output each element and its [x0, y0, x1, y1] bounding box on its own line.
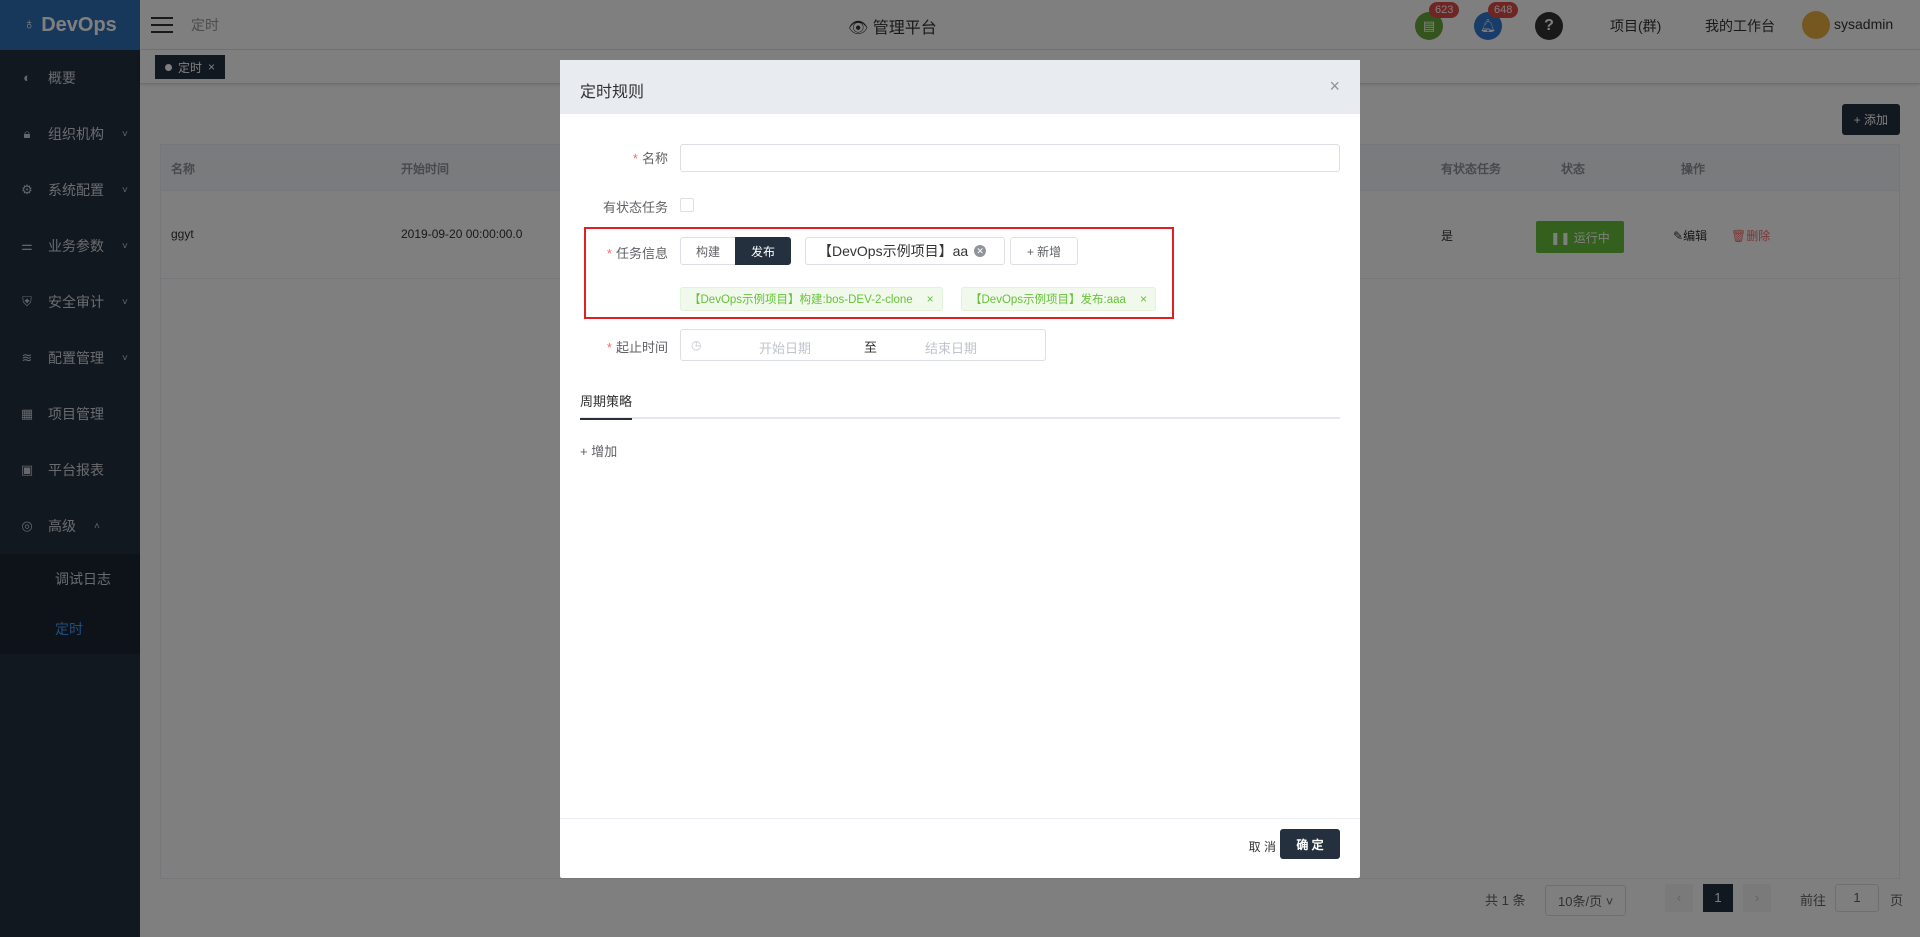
date-range-label: * 起止时间	[606, 340, 668, 355]
end-date-input[interactable]: 结束日期	[925, 338, 977, 357]
clock-icon: ◷	[691, 338, 702, 352]
segment-release[interactable]: 发布	[735, 237, 791, 265]
task-info-label: * 任务信息	[606, 246, 668, 261]
task-select[interactable]: 【DevOps示例项目】aa ✕	[805, 237, 1005, 265]
start-date-input[interactable]: 开始日期	[759, 338, 811, 357]
tag-close-icon[interactable]: ×	[1140, 292, 1147, 306]
stateful-checkbox[interactable]	[680, 198, 694, 212]
add-task-button[interactable]: + 新增	[1010, 237, 1078, 265]
cancel-button[interactable]: 取 消	[1249, 838, 1276, 855]
dialog-title: 定时规则	[580, 84, 645, 101]
name-label-text: 名称	[641, 151, 668, 166]
stateful-label: 有状态任务	[602, 200, 668, 215]
task-info-label-text: 任务信息	[615, 246, 668, 261]
tab-cycle-strategy[interactable]: 周期策略	[580, 391, 633, 420]
dialog-header: 定时规则 ×	[560, 60, 1360, 114]
dialog-footer: 取 消 确 定	[560, 818, 1360, 878]
task-tag-release-label: 【DevOps示例项目】发布:aaa	[970, 294, 1126, 306]
task-tag-release: 【DevOps示例项目】发布:aaa ×	[961, 287, 1156, 311]
tag-close-icon[interactable]: ×	[927, 292, 934, 306]
add-strategy-link[interactable]: + 增加	[580, 441, 617, 460]
date-separator: 至	[864, 340, 878, 355]
close-icon[interactable]: ×	[1329, 76, 1340, 97]
name-label: * 名称	[632, 151, 668, 166]
task-tag-build: 【DevOps示例项目】构建:bos-DEV-2-clone ×	[680, 287, 943, 311]
segment-build[interactable]: 构建	[680, 237, 736, 265]
date-range-picker[interactable]: ◷ 开始日期 至 结束日期	[680, 329, 1046, 361]
tabs-divider	[580, 417, 1340, 419]
date-range-label-text: 起止时间	[615, 340, 668, 355]
clear-icon[interactable]: ✕	[974, 245, 987, 257]
schedule-rule-dialog: 定时规则 × * 名称 有状态任务 * 任务信息 构建 发布 【DevOps示例项目…	[560, 60, 1360, 878]
name-input[interactable]	[680, 144, 1340, 172]
confirm-button[interactable]: 确 定	[1280, 829, 1340, 859]
task-select-value: 【DevOps示例项目】aa	[818, 243, 969, 259]
task-tag-build-label: 【DevOps示例项目】构建:bos-DEV-2-clone	[689, 294, 913, 306]
